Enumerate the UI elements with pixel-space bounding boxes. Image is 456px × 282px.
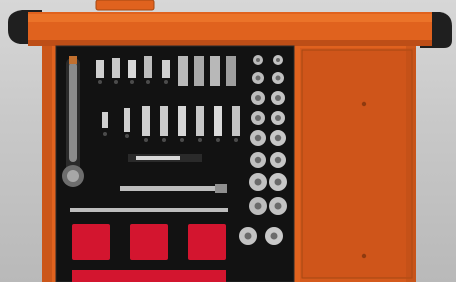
top-orange-tab [95, 0, 155, 11]
panel-screw-top [361, 101, 367, 107]
tool-cabinet-photo [0, 0, 456, 282]
red-foam-pocket-3 [188, 224, 226, 260]
panel-screw-bottom [361, 253, 367, 259]
red-foam-pocket-2 [130, 224, 168, 260]
top-frame-bevel [28, 14, 432, 22]
right-panel-inner [301, 49, 413, 279]
red-foam-pocket-1 [72, 224, 110, 260]
bit-row [96, 56, 236, 86]
red-foam-pocket-bottom [72, 270, 226, 282]
top-frame-shadow [28, 40, 432, 46]
tool-cabinet-illustration [8, 0, 452, 282]
left-edge-shadow [42, 46, 52, 282]
right-edge-shadow [406, 46, 416, 282]
